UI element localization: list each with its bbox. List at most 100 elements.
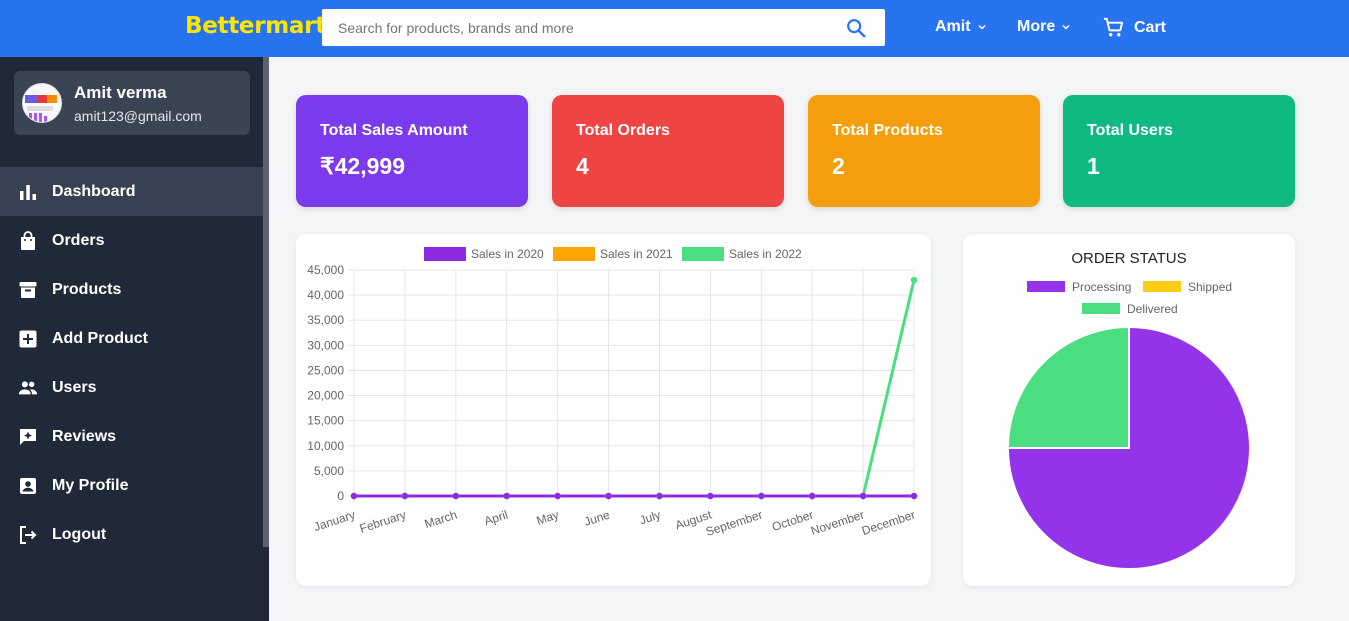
y-tick-label: 40,000 (307, 288, 344, 302)
sidebar-item-users[interactable]: Users (0, 363, 263, 412)
data-point (910, 492, 918, 500)
y-tick-label: 10,000 (307, 439, 344, 453)
x-tick-label: September (704, 508, 764, 539)
legend-label: Sales in 2021 (600, 247, 673, 261)
cart-link[interactable]: Cart (1102, 16, 1166, 39)
card-value: ₹42,999 (320, 153, 405, 179)
profile-name: Amit verma (74, 83, 167, 102)
y-tick-label: 0 (337, 489, 344, 503)
legend-swatch (424, 247, 466, 261)
legend-swatch (1027, 281, 1065, 292)
data-point (707, 492, 714, 500)
users-icon (18, 380, 38, 394)
sidebar-item-orders[interactable]: Orders (0, 216, 263, 265)
plus-box-icon (19, 330, 37, 347)
data-point (554, 492, 561, 500)
search-input[interactable] (322, 9, 822, 46)
chevron-down-icon (1062, 25, 1070, 30)
data-point (758, 492, 765, 500)
sidebar-item-my-profile[interactable]: My Profile (0, 461, 263, 510)
cart-label: Cart (1134, 18, 1167, 36)
avatar (22, 83, 62, 123)
total-users-card: Total Users 1 (1063, 95, 1295, 207)
x-tick-label: May (535, 508, 561, 528)
profile-icon (20, 477, 36, 494)
sales-line-chart: Sales in 2020 Sales in 2021 Sales in 2022 4… (307, 247, 918, 539)
y-tick-label: 30,000 (307, 338, 344, 352)
card-title: Total Orders (576, 122, 670, 139)
data-point (452, 492, 460, 500)
card-value: 2 (832, 153, 845, 179)
user-menu[interactable]: Amit (935, 18, 987, 36)
sidebar-item-label: Orders (52, 231, 105, 249)
search-bar (322, 9, 885, 46)
x-tick-label: March (423, 508, 459, 532)
legend-swatch (1143, 281, 1181, 292)
x-tick-label: July (638, 508, 663, 528)
data-point (910, 276, 918, 284)
sidebar: Amit verma amit123@gmail.com Dashboard O… (0, 57, 269, 621)
shopping-bag-icon (21, 230, 35, 250)
data-point (401, 492, 409, 500)
sales-line-chart-panel: Sales in 2020 Sales in 2021 Sales in 2022 4… (296, 234, 931, 586)
more-menu[interactable]: More (1017, 18, 1071, 36)
card-value: 4 (576, 153, 589, 179)
order-status-pie-chart: Processing Shipped Delivered (1006, 280, 1251, 570)
search-icon[interactable] (845, 17, 867, 39)
y-tick-label: 5,000 (314, 464, 344, 478)
total-sales-card: Total Sales Amount ₹42,999 (296, 95, 528, 207)
legend-label: Processing (1072, 280, 1131, 294)
more-menu-label: More (1017, 18, 1056, 35)
cart-icon (1103, 17, 1124, 37)
archive-box-icon (19, 281, 37, 298)
y-tick-label: 15,000 (307, 414, 344, 428)
data-point (503, 492, 510, 500)
sidebar-item-label: Add Product (52, 329, 148, 347)
legend-label: Shipped (1188, 280, 1232, 294)
logout-icon (20, 525, 37, 544)
x-tick-label: June (582, 507, 611, 528)
card-value: 1 (1087, 153, 1100, 179)
sidebar-item-label: Products (52, 280, 122, 298)
data-point (859, 492, 867, 500)
y-tick-label: 45,000 (307, 263, 344, 277)
x-tick-label: January (312, 508, 357, 535)
top-navbar: Bettermart Amit More Cart (0, 0, 1349, 57)
series-line (354, 279, 916, 498)
x-tick-label: February (358, 508, 408, 536)
user-menu-label: Amit (935, 18, 971, 35)
sidebar-item-label: Users (52, 378, 97, 396)
pie-slice (1006, 325, 1130, 449)
profile-email: amit123@gmail.com (74, 108, 202, 124)
sidebar-item-label: My Profile (52, 476, 129, 494)
sidebar-item-dashboard[interactable]: Dashboard (0, 167, 263, 216)
total-products-card: Total Products 2 (808, 95, 1040, 207)
card-title: Total Sales Amount (320, 122, 468, 139)
sidebar-scrollbar[interactable] (263, 57, 269, 547)
sidebar-item-reviews[interactable]: Reviews (0, 412, 263, 461)
x-tick-label: November (809, 508, 866, 538)
card-title: Total Users (1087, 122, 1173, 139)
legend-label: Sales in 2022 (729, 247, 802, 261)
chevron-down-icon (978, 25, 986, 30)
data-point (350, 492, 358, 500)
profile-card[interactable]: Amit verma amit123@gmail.com (14, 71, 250, 135)
sidebar-item-label: Logout (52, 525, 107, 543)
brand-logo[interactable]: Bettermart (185, 13, 326, 39)
pie-chart-title: ORDER STATUS (1071, 250, 1187, 267)
total-orders-card: Total Orders 4 (552, 95, 784, 207)
order-status-panel: ORDER STATUS Processing Shipped Delivered (963, 234, 1295, 586)
legend-label: Sales in 2020 (471, 247, 544, 261)
x-tick-label: December (860, 508, 917, 538)
sidebar-menu: Dashboard Orders Products Add Product Us… (0, 167, 263, 559)
sidebar-item-logout[interactable]: Logout (0, 510, 263, 559)
sidebar-item-label: Reviews (52, 427, 117, 445)
x-tick-label: October (770, 508, 815, 535)
legend-swatch (1082, 303, 1120, 314)
card-title: Total Products (832, 122, 943, 139)
sidebar-item-add-product[interactable]: Add Product (0, 314, 263, 363)
sidebar-item-products[interactable]: Products (0, 265, 263, 314)
y-tick-label: 25,000 (307, 363, 344, 377)
bar-chart-icon (20, 184, 36, 200)
review-icon (20, 428, 36, 445)
